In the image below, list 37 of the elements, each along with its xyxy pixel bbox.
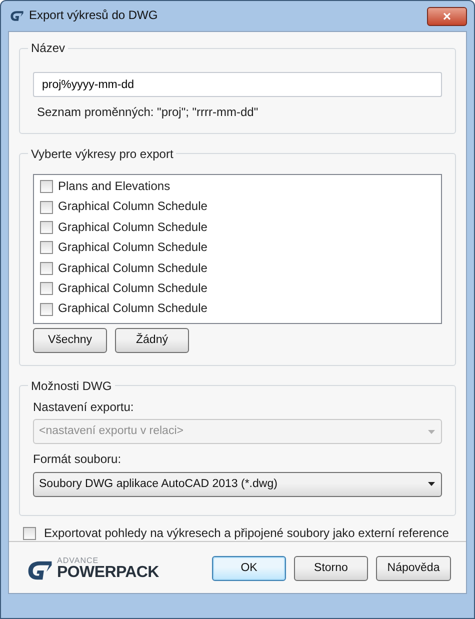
sheet-label[interactable]: Graphical Column Schedule — [58, 260, 208, 276]
field-label: Formát souboru: — [33, 452, 122, 468]
checkbox[interactable] — [40, 180, 53, 194]
sheet-label[interactable]: Graphical Column Schedule — [58, 220, 208, 236]
checkbox[interactable] — [40, 302, 53, 316]
sheet-label[interactable]: Plans and Elevations — [58, 178, 170, 195]
dropdown-arrow-icon — [428, 430, 435, 434]
logo-text: ADVANCE — [57, 556, 100, 565]
logo-text: POWERPACK — [57, 564, 159, 581]
group-title: Název — [30, 42, 66, 54]
field-label: Nastavení exportu: — [33, 400, 135, 416]
checkbox[interactable] — [23, 527, 36, 540]
sheet-label[interactable]: Graphical Column Schedule — [58, 301, 208, 317]
logo-icon — [27, 560, 53, 581]
checkbox[interactable] — [40, 262, 53, 275]
group-title: Možnosti DWG — [30, 380, 113, 392]
dialog-button[interactable]: Nápověda — [376, 556, 451, 582]
sheet-label[interactable]: Graphical Column Schedule — [58, 240, 208, 256]
dropdown[interactable]: Soubory DWG aplikace AutoCAD 2013 (*.dwg) — [33, 472, 442, 497]
sheet-label[interactable]: Graphical Column Schedule — [58, 280, 208, 297]
group-title: Vyberte výkresy pro export — [30, 148, 174, 160]
dialog-button[interactable]: OK — [212, 556, 286, 582]
checkbox[interactable] — [40, 241, 53, 254]
hint-text: Seznam proměnných: "proj"; "rrrr-mm-dd" — [36, 105, 260, 121]
checkbox[interactable] — [40, 200, 53, 214]
select-button[interactable]: Žádný — [115, 328, 189, 353]
dialog-button[interactable]: Storno — [294, 556, 368, 582]
checkbox[interactable] — [40, 221, 53, 234]
dropdown: <nastavení exportu v relaci> — [33, 419, 442, 444]
checkbox-label[interactable]: Exportovat pohledy na výkresech a připojené soubory jako externí reference — [44, 526, 449, 542]
sheet-label[interactable]: Graphical Column Schedule — [58, 199, 208, 215]
dropdown-arrow-icon — [428, 482, 435, 486]
checkbox[interactable] — [40, 282, 53, 296]
name-field[interactable]: proj%yyyy-mm-dd — [33, 72, 442, 97]
window-title: Export výkresů do DWG — [29, 8, 158, 24]
app-logo-icon — [10, 10, 24, 22]
select-button[interactable]: Všechny — [33, 328, 107, 353]
